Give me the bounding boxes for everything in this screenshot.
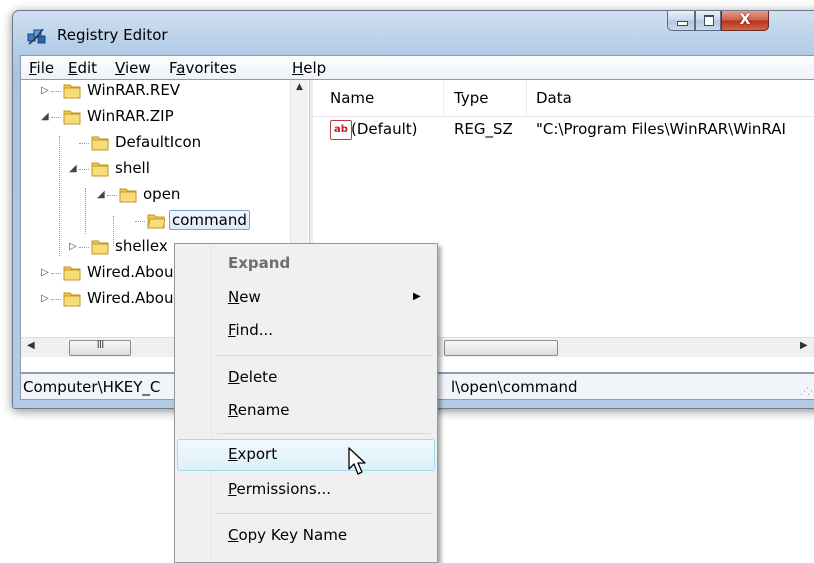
tree-item-label: Wired.Abou: [87, 289, 174, 307]
collapse-icon[interactable]: ◢: [97, 189, 105, 200]
folder-icon: [63, 110, 81, 125]
status-path-start: Computer\HKEY_C: [23, 378, 161, 396]
registry-editor-app-icon: [27, 28, 46, 45]
value-type: REG_SZ: [454, 120, 513, 138]
title-bar[interactable]: Registry Editor X: [13, 11, 814, 53]
menu-edit[interactable]: Edit: [68, 59, 97, 77]
column-header-type[interactable]: Type: [454, 89, 488, 107]
menu-separator: [217, 355, 431, 356]
collapse-icon[interactable]: ◢: [41, 111, 49, 122]
menu-item-label: New: [228, 288, 261, 306]
column-header-name[interactable]: Name: [330, 89, 374, 107]
value-name: (Default): [351, 120, 418, 138]
tree-connector: [85, 188, 86, 234]
menu-help[interactable]: Help: [292, 59, 326, 77]
menu-item-rename[interactable]: Rename: [177, 395, 435, 427]
menu-item-export[interactable]: Export: [177, 439, 435, 471]
close-button[interactable]: X: [721, 11, 769, 31]
column-divider[interactable]: [526, 80, 527, 116]
menu-item-label: Permissions...: [228, 480, 332, 498]
menu-item-find[interactable]: Find...: [177, 315, 435, 347]
menu-view[interactable]: View: [115, 59, 151, 77]
status-path-end: l\open\command: [451, 378, 578, 396]
mouse-pointer-icon: [348, 447, 366, 475]
scroll-thumb[interactable]: III: [69, 338, 131, 356]
menu-item-label: Copy Key Name: [228, 526, 348, 544]
menu-separator: [217, 513, 431, 514]
close-icon: X: [739, 12, 751, 28]
collapse-icon[interactable]: ◢: [69, 163, 77, 174]
tree-item-label: shell: [115, 159, 150, 177]
scroll-up-icon[interactable]: ▲: [291, 82, 308, 92]
tree-item-label: WinRAR.ZIP: [87, 107, 174, 125]
tree-item-label: command: [169, 210, 250, 230]
menu-item-permissions[interactable]: Permissions...: [177, 474, 435, 506]
menu-item-label: Export: [228, 445, 278, 463]
expand-icon[interactable]: ▷: [69, 241, 77, 252]
menu-item-delete[interactable]: Delete: [177, 362, 435, 394]
menu-bar: File Edit View Favorites Help: [20, 55, 814, 80]
expand-icon[interactable]: ▷: [41, 293, 49, 304]
scroll-left-icon[interactable]: ◀: [27, 340, 35, 351]
column-divider[interactable]: [443, 80, 444, 116]
folder-icon: [63, 266, 81, 281]
expand-icon[interactable]: ▷: [41, 267, 49, 278]
list-row[interactable]: ab (Default) REG_SZ "C:\Program Files\Wi…: [313, 118, 814, 142]
resize-grip-icon[interactable]: ⋰⋰: [800, 387, 814, 397]
maximize-button[interactable]: [695, 11, 721, 31]
menu-item-expand[interactable]: Expand: [177, 248, 435, 280]
folder-icon: [91, 162, 109, 177]
menu-favorites[interactable]: Favorites: [169, 59, 237, 77]
menu-separator: [217, 433, 431, 434]
folder-icon: [63, 292, 81, 307]
menu-item-new[interactable]: New ▶: [177, 282, 435, 314]
menu-item-copy-key-name[interactable]: Copy Key Name: [177, 520, 435, 552]
folder-icon: [119, 188, 137, 203]
folder-icon: [63, 84, 81, 99]
menu-item-label: Rename: [228, 401, 290, 419]
menu-file[interactable]: File: [29, 59, 54, 77]
expand-icon[interactable]: ▷: [41, 85, 49, 96]
value-data: "C:\Program Files\WinRAR\WinRAI: [536, 120, 786, 138]
minimize-button[interactable]: [667, 11, 695, 31]
tree-connector: [59, 136, 60, 256]
window-title: Registry Editor: [57, 26, 168, 44]
menu-item-label: Delete: [228, 368, 278, 386]
column-header-data[interactable]: Data: [536, 89, 572, 107]
list-header: Name Type Data: [313, 80, 814, 117]
tree-item-label: open: [143, 185, 181, 203]
tree-item-label: WinRAR.REV: [87, 81, 181, 99]
menu-item-label: Expand: [228, 254, 291, 272]
scroll-right-icon[interactable]: ▶: [800, 340, 808, 351]
folder-icon: [91, 240, 109, 255]
context-menu: Expand New ▶ Find... Delete Rename Expor…: [174, 243, 438, 563]
open-folder-icon: [147, 214, 165, 229]
tree-item-label: shellex: [115, 237, 168, 255]
tree-item-label: DefaultIcon: [115, 133, 202, 151]
tree-item-label: Wired.Abou: [87, 263, 174, 281]
list-scroll-thumb[interactable]: [444, 340, 558, 356]
menu-item-label: Find...: [228, 321, 274, 339]
string-value-icon: ab: [330, 120, 352, 140]
folder-icon: [91, 136, 109, 151]
scroll-grip-icon: III: [96, 338, 105, 351]
submenu-arrow-icon: ▶: [413, 291, 421, 302]
